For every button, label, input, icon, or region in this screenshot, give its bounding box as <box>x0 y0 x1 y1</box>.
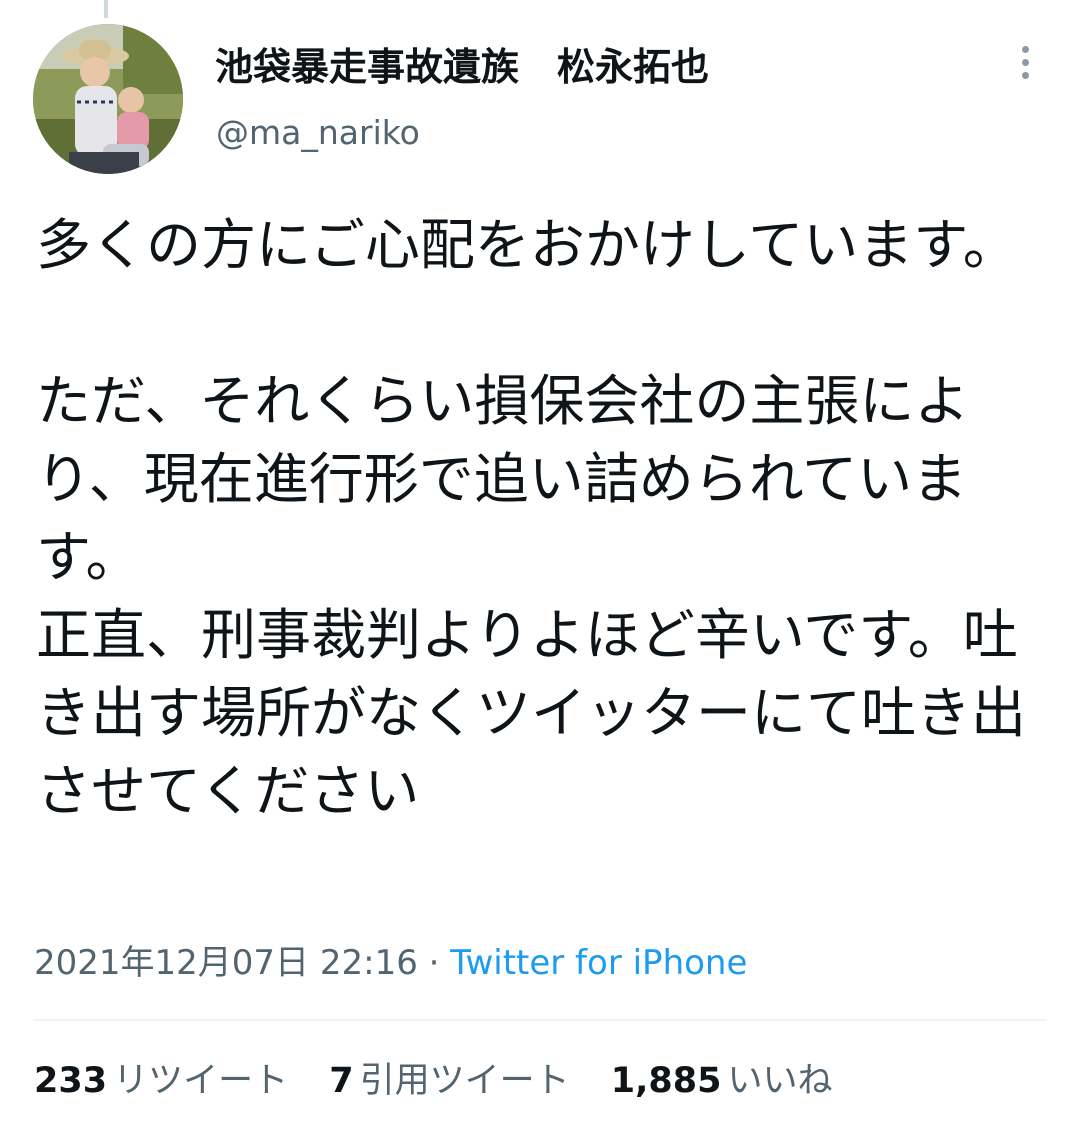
avatar-photo <box>33 24 183 174</box>
retweet-count-link[interactable]: 233 リツイート <box>34 1054 288 1108</box>
retweet-count: 233 <box>34 1061 108 1101</box>
divider <box>33 1019 1047 1021</box>
quote-tweet-count-link[interactable]: 7 引用ツイート <box>329 1054 569 1108</box>
tweet-source-link[interactable]: Twitter for iPhone <box>450 943 747 983</box>
tweet-stats: 233 リツイート 7 引用ツイート 1,885 いいね <box>34 1054 862 1108</box>
meta-separator: · <box>428 943 440 983</box>
author-handle[interactable]: @ma_nariko <box>216 108 420 158</box>
author-display-name[interactable]: 池袋暴走事故遺族 松永拓也 <box>215 40 709 94</box>
quote-tweet-label: 引用ツイート <box>359 1061 570 1101</box>
like-label: いいね <box>727 1061 833 1101</box>
more-options-icon[interactable] <box>1010 46 1040 92</box>
like-count-link[interactable]: 1,885 いいね <box>611 1054 833 1108</box>
thread-connector-line <box>104 0 108 18</box>
tweet-text: 多くの方にご心配をおかけしています。 ただ、それくらい損保会社の主張により、現在… <box>36 213 1027 823</box>
retweet-label: リツイート <box>113 1061 289 1101</box>
tweet-meta: 2021年12月07日 22:16 · Twitter for iPhone <box>34 938 747 988</box>
tweet-timestamp[interactable]: 2021年12月07日 22:16 <box>34 943 418 983</box>
avatar[interactable] <box>33 24 183 174</box>
quote-tweet-count: 7 <box>329 1061 354 1101</box>
like-count: 1,885 <box>610 1061 722 1101</box>
